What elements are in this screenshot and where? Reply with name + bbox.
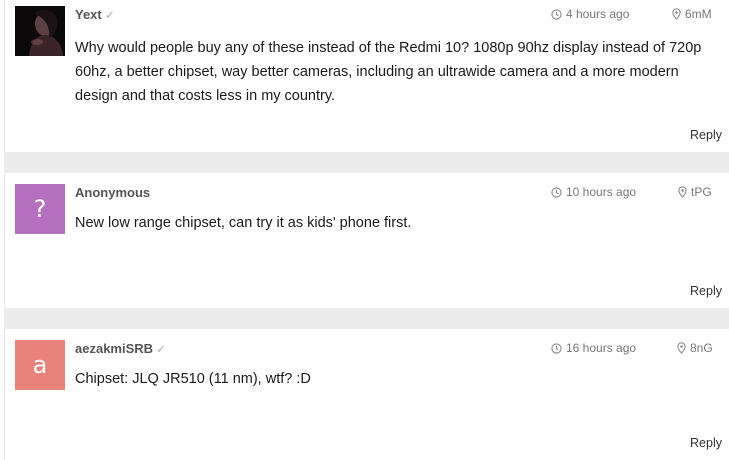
time-label: 4 hours ago — [566, 7, 630, 21]
avatar-letter: ? — [33, 195, 47, 223]
comment-text: Why would people buy any of these instea… — [75, 40, 702, 104]
author-name[interactable]: aezakmiSRB — [75, 341, 153, 356]
checkmark-icon: ✓ — [104, 8, 115, 22]
avatar[interactable] — [15, 6, 65, 56]
avatar-photo-image — [15, 6, 65, 56]
comment-author[interactable]: Yext ✓ — [75, 7, 115, 22]
comment-location: 6mM — [672, 7, 712, 21]
location-label: 8nG — [690, 341, 713, 355]
location-label: 6mM — [685, 7, 712, 21]
reply-button[interactable]: Reply — [690, 284, 722, 298]
avatar-letter: a — [32, 351, 48, 379]
reply-button[interactable]: Reply — [690, 128, 722, 142]
checkmark-icon: ✓ — [156, 342, 167, 356]
clock-icon — [551, 8, 562, 20]
comment-author[interactable]: Anonymous — [75, 185, 150, 200]
comment-item: Yext ✓ 4 hours ago 6mM Why would people b… — [4, 0, 729, 152]
clock-icon — [551, 186, 562, 198]
comment-time: 4 hours ago — [551, 7, 629, 21]
comment-divider — [4, 152, 729, 173]
avatar[interactable]: ? — [15, 184, 65, 234]
comment-time: 16 hours ago — [551, 341, 636, 355]
clock-icon — [551, 342, 562, 354]
location-pin-icon — [672, 8, 681, 20]
location-pin-icon — [678, 186, 687, 198]
comment-item: ? Anonymous 10 hours ago tPG New low ran… — [4, 173, 729, 308]
author-name[interactable]: Yext — [75, 7, 102, 22]
comment-author[interactable]: aezakmiSRB ✓ — [75, 341, 166, 356]
comment-location: 8nG — [677, 341, 713, 355]
location-pin-icon — [677, 342, 686, 354]
author-name[interactable]: Anonymous — [75, 185, 150, 200]
avatar[interactable]: a — [15, 340, 65, 390]
comment-item: a aezakmiSRB ✓ 16 hours ago 8nG Chipset: … — [4, 329, 729, 460]
comment-text: Chipset: JLQ JR510 (11 nm), wtf? :D — [75, 371, 311, 387]
time-label: 10 hours ago — [566, 185, 637, 199]
comments-feed: Yext ✓ 4 hours ago 6mM Why would people b… — [0, 0, 729, 460]
comment-divider — [4, 308, 729, 329]
comment-text: New low range chipset, can try it as kid… — [75, 215, 412, 231]
time-label: 16 hours ago — [566, 341, 637, 355]
location-label: tPG — [691, 185, 712, 199]
comment-location: tPG — [678, 185, 712, 199]
comment-time: 10 hours ago — [551, 185, 636, 199]
reply-button[interactable]: Reply — [690, 436, 722, 450]
